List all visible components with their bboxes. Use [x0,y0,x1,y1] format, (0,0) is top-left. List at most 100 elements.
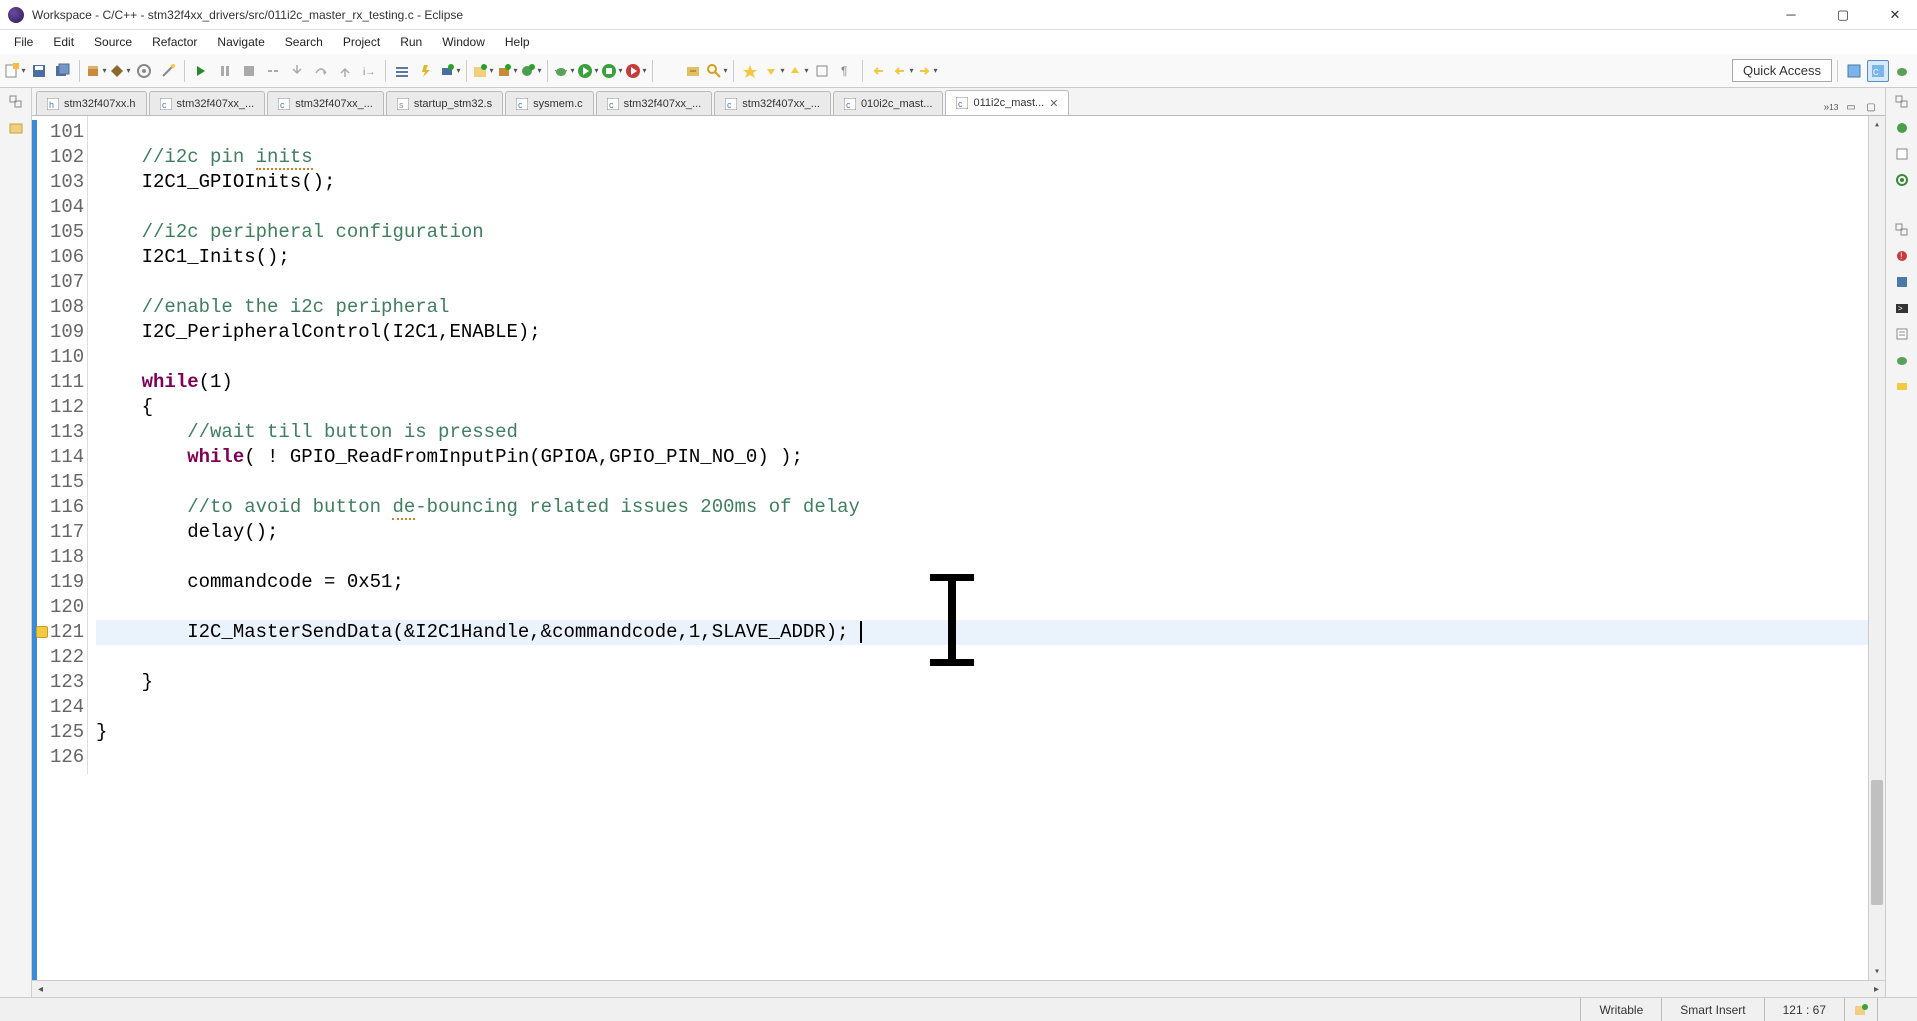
project-explorer-icon[interactable] [6,118,26,138]
minimize-view-icon[interactable]: ▭ [1843,99,1859,115]
debug-view-icon[interactable] [1892,350,1912,370]
editor-tab[interactable]: h stm32f407xx.h [36,91,147,115]
save-icon[interactable] [28,60,50,82]
prev-annotation-icon[interactable]: ▾ [787,60,809,82]
new-icon[interactable]: ▾ [4,60,26,82]
perspective-debug-icon[interactable] [1891,60,1913,82]
build-all-icon[interactable]: ▾ [109,60,131,82]
tab-label: stm32f407xx_... [742,98,820,110]
menu-refactor[interactable]: Refactor [142,33,207,51]
close-icon[interactable]: ✕ [1049,97,1058,110]
editor-tab[interactable]: c stm32f407xx_... [596,91,713,115]
instruction-step-icon[interactable]: i→ [358,60,380,82]
main-toolbar: ▾ ▾ ▾ i→ ▾ ▾ ▾ ▾ ▾ ▾ ▾ ▾ ▾ ▾ ▾ ¶ ▾ ▾ Qui… [0,54,1917,88]
prev-edit-icon[interactable] [868,60,890,82]
editor-tab[interactable]: s startup_stm32.s [386,91,503,115]
problems-view-icon[interactable]: ! [1892,246,1912,266]
next-annotation-icon[interactable]: ▾ [763,60,785,82]
svg-text:¶: ¶ [841,64,847,78]
reset-chip-icon[interactable]: ▾ [439,60,461,82]
new-cproject-icon[interactable]: ▾ [472,60,494,82]
flash-icon[interactable] [415,60,437,82]
scroll-down-icon[interactable]: ▾ [1869,963,1885,980]
build-icon[interactable]: ▾ [85,60,107,82]
editor-tab-active[interactable]: c 011i2c_mast... ✕ [945,90,1069,115]
menu-search[interactable]: Search [275,33,333,51]
new-class-icon[interactable]: ▾ [520,60,542,82]
terminate-icon[interactable] [238,60,260,82]
step-return-icon[interactable] [334,60,356,82]
code-editor[interactable]: 1011021031041051061071081091101111121131… [32,116,1885,980]
menu-project[interactable]: Project [333,33,390,51]
restore-icon[interactable] [6,92,26,112]
title-bar: Workspace - C/C++ - stm32f4xx_drivers/sr… [0,0,1917,30]
menu-navigate[interactable]: Navigate [207,33,274,51]
run-icon[interactable]: ▾ [577,60,599,82]
build-targets-icon[interactable] [1892,170,1912,190]
search-icon[interactable]: ▾ [706,60,728,82]
show-whitespace-icon[interactable]: ¶ [835,60,857,82]
perspective-cpp-icon[interactable]: C [1867,60,1889,82]
c-file-icon: c [956,97,968,109]
h-file-icon: h [47,98,59,110]
menu-edit[interactable]: Edit [43,33,84,51]
overflow-count: 13 [1829,102,1838,112]
profile-icon[interactable]: ▾ [625,60,647,82]
quick-access[interactable]: Quick Access [1732,59,1832,82]
close-button[interactable]: ✕ [1881,5,1909,25]
forward-icon[interactable]: ▾ [916,60,938,82]
target-icon[interactable] [133,60,155,82]
menu-file[interactable]: File [4,33,43,51]
vertical-scrollbar[interactable]: ▴ ▾ [1868,116,1885,980]
new-package-icon[interactable]: ▾ [496,60,518,82]
tab-label: stm32f407xx_... [624,98,702,110]
console-view-icon[interactable]: > [1892,298,1912,318]
memory-view-icon[interactable] [1892,376,1912,396]
open-task-icon[interactable] [658,60,680,82]
scroll-right-icon[interactable]: ▸ [1868,981,1885,998]
scrollbar-thumb[interactable] [1871,780,1883,905]
coverage-icon[interactable]: ▾ [601,60,623,82]
open-type-icon[interactable] [682,60,704,82]
menu-source[interactable]: Source [84,33,142,51]
scroll-left-icon[interactable]: ◂ [32,981,49,998]
editor-tab[interactable]: c stm32f407xx_... [149,91,266,115]
change-marker-bar [32,120,37,980]
wand-icon[interactable] [157,60,179,82]
perspective-resource-icon[interactable] [1843,60,1865,82]
right-trim: ! > [1885,88,1917,997]
back-icon[interactable]: ▾ [892,60,914,82]
step-over-icon[interactable] [310,60,332,82]
menu-help[interactable]: Help [495,33,540,51]
maximize-button[interactable]: ▢ [1829,5,1857,25]
editor-tab[interactable]: c stm32f407xx_... [714,91,831,115]
resume-icon[interactable] [190,60,212,82]
minimize-button[interactable]: ─ [1777,5,1805,25]
tasks-view-icon[interactable] [1892,272,1912,292]
maximize-view-icon[interactable]: ▢ [1863,99,1879,115]
properties-view-icon[interactable] [1892,324,1912,344]
svg-text:c: c [846,100,851,110]
scroll-up-icon[interactable]: ▴ [1869,116,1885,133]
outline-view-icon[interactable] [1892,118,1912,138]
restore-bottom-icon[interactable] [1892,220,1912,240]
task-list-icon[interactable] [1892,144,1912,164]
editor-tab[interactable]: c stm32f407xx_... [267,91,384,115]
toggle-block-icon[interactable] [811,60,833,82]
menu-run[interactable]: Run [390,33,432,51]
toggle-mark-icon[interactable] [739,60,761,82]
menu-window[interactable]: Window [432,33,495,51]
debug-icon[interactable]: ▾ [553,60,575,82]
restart-icon[interactable] [391,60,413,82]
tab-overflow-button[interactable]: »13 [1823,99,1839,115]
suspend-icon[interactable] [214,60,236,82]
save-all-icon[interactable] [52,60,74,82]
code-body[interactable]: //i2c pin inits I2C1_GPIOInits(); //i2c … [88,116,1868,980]
editor-tab[interactable]: c 010i2c_mast... [833,91,944,115]
disconnect-icon[interactable] [262,60,284,82]
status-build-icon[interactable] [1844,998,1877,1021]
step-into-icon[interactable] [286,60,308,82]
editor-tab[interactable]: c sysmem.c [505,91,594,115]
restore-right-icon[interactable] [1892,92,1912,112]
horizontal-scrollbar[interactable]: ◂ ▸ [32,980,1885,997]
